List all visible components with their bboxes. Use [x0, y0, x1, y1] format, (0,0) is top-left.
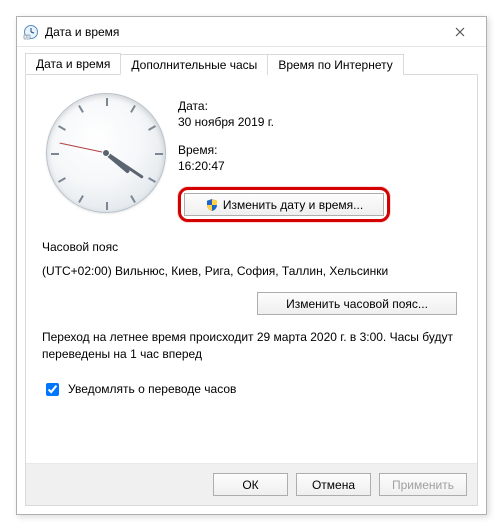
highlight-annotation: Изменить дату и время... — [178, 187, 390, 222]
cancel-button[interactable]: Отмена — [296, 473, 371, 496]
change-date-time-button[interactable]: Изменить дату и время... — [184, 193, 384, 216]
change-timezone-label: Изменить часовой пояс... — [286, 297, 428, 311]
svg-text:30: 30 — [25, 35, 29, 39]
tab-date-time[interactable]: Дата и время — [25, 53, 121, 74]
tab-internet-time[interactable]: Время по Интернету — [267, 54, 403, 75]
analog-clock — [46, 93, 166, 213]
dialog-window: 30 Дата и время Дата и время Дополнитель… — [16, 16, 487, 515]
time-label: Время: — [178, 143, 390, 157]
dst-notify-row[interactable]: Уведомлять о переводе часов — [42, 380, 461, 399]
timezone-heading: Часовой пояс — [42, 240, 461, 254]
uac-shield-icon — [205, 198, 219, 212]
change-date-time-label: Изменить дату и время... — [223, 198, 363, 212]
tab-additional-clocks[interactable]: Дополнительные часы — [120, 54, 268, 75]
ok-button[interactable]: ОК — [213, 473, 288, 496]
second-hand — [59, 143, 106, 154]
tab-strip: Дата и время Дополнительные часы Время п… — [25, 53, 478, 75]
titlebar[interactable]: 30 Дата и время — [17, 17, 486, 47]
dst-note: Переход на летнее время происходит 29 ма… — [42, 329, 461, 364]
dst-notify-label: Уведомлять о переводе часов — [68, 382, 236, 396]
close-button[interactable] — [440, 18, 480, 46]
timezone-value: (UTC+02:00) Вильнюс, Киев, Рига, София, … — [42, 264, 461, 278]
date-label: Дата: — [178, 99, 390, 113]
time-value: 16:20:47 — [178, 159, 390, 173]
dialog-footer: ОК Отмена Применить — [26, 463, 477, 505]
change-timezone-button[interactable]: Изменить часовой пояс... — [257, 292, 457, 315]
dst-notify-checkbox[interactable] — [46, 383, 59, 396]
clock-app-icon: 30 — [23, 24, 39, 40]
minute-hand — [105, 152, 143, 179]
tab-panel-date-time: Дата: 30 ноября 2019 г. Время: 16:20:47 — [25, 75, 478, 506]
window-title: Дата и время — [45, 25, 440, 39]
date-value: 30 ноября 2019 г. — [178, 115, 390, 129]
apply-button[interactable]: Применить — [379, 473, 467, 496]
